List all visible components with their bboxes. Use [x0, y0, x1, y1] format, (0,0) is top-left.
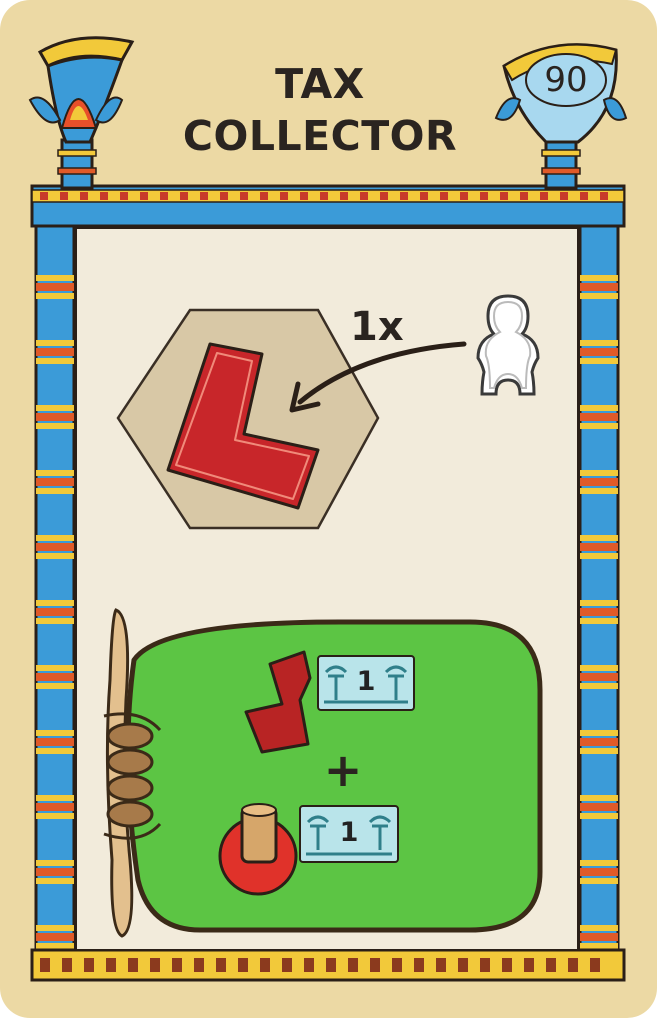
left-column: [34, 220, 76, 976]
card-number: 90: [544, 60, 588, 100]
bottom-beam: [30, 948, 626, 982]
action-multiplier: 1x: [350, 304, 404, 350]
meeple-outline-icon: [476, 294, 540, 396]
card-title-line2: COLLECTOR: [182, 112, 458, 160]
card-title: TAX COLLECTOR: [150, 58, 490, 162]
reward-value-worker: 1: [339, 817, 359, 848]
plus-sign: +: [323, 743, 363, 797]
lotus-pillar-icon: [28, 36, 135, 190]
top-beam: [30, 184, 626, 228]
game-card[interactable]: TAX COLLECTOR 90 1x + 1 1: [0, 0, 657, 1018]
reward-value-tile: 1: [356, 666, 376, 697]
card-title-line1: TAX: [275, 60, 365, 108]
right-column: [578, 220, 620, 976]
